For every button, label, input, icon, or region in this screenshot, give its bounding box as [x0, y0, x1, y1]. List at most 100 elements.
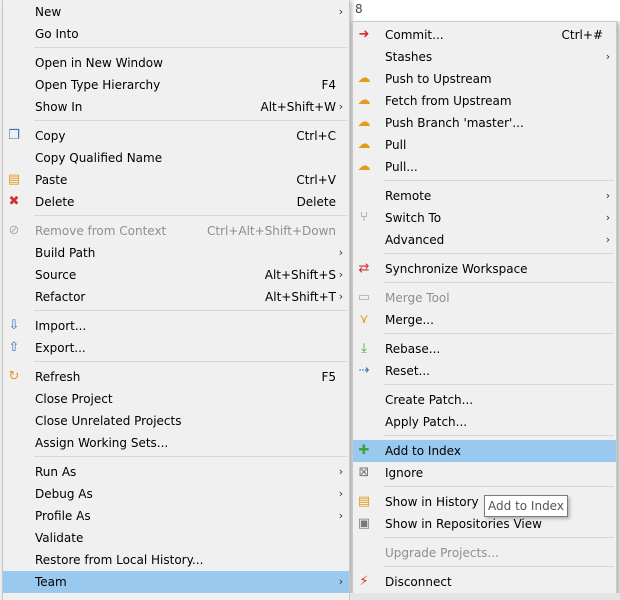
menu-item-label: Debug As — [35, 487, 93, 501]
menu-item-validate[interactable]: Validate — [3, 527, 349, 549]
menu-item-remote[interactable]: Remote › — [353, 185, 616, 207]
menu-item-new[interactable]: New › — [3, 1, 349, 23]
menu-item-upgrade-projects[interactable]: Upgrade Projects... — [353, 542, 616, 564]
context-menu: New › Go Into Open in New Window Open Ty… — [2, 0, 350, 600]
menu-item-copy-qualified-name[interactable]: Copy Qualified Name — [3, 147, 349, 169]
menu-item-label: Create Patch... — [385, 393, 474, 407]
reset-icon: ⇢ — [358, 363, 370, 378]
disconnect-icon: ⚡ — [359, 574, 369, 589]
menu-item-add-to-index[interactable]: ✚ Add to Index — [353, 440, 616, 462]
menu-item-label: Run As — [35, 465, 77, 479]
menu-separator — [384, 333, 614, 334]
menu-item-label: New — [35, 5, 62, 19]
menu-item-label: Copy Qualified Name — [35, 151, 163, 165]
menu-item-delete[interactable]: ✖ Delete Delete — [3, 191, 349, 213]
menu-item-restore-from-local-history[interactable]: Restore from Local History... — [3, 549, 349, 571]
menu-item-label: Copy — [35, 129, 66, 143]
merge-icon: ⋎ — [359, 312, 369, 327]
menu-item-disconnect[interactable]: ⚡ Disconnect — [353, 571, 616, 593]
menu-item-label: Pull... — [385, 160, 418, 174]
menu-item-apply-patch[interactable]: Apply Patch... — [353, 411, 616, 433]
menu-item-shortcut: F5 — [321, 370, 336, 384]
menu-item-assign-working-sets[interactable]: Assign Working Sets... — [3, 432, 349, 454]
menu-separator — [34, 120, 347, 121]
menu-item-paste[interactable]: ▤ Paste Ctrl+V — [3, 169, 349, 191]
submenu-arrow-icon: › — [338, 100, 344, 113]
menu-item-reset[interactable]: ⇢ Reset... — [353, 360, 616, 382]
menu-item-label: Rebase... — [385, 342, 441, 356]
menu-item-label: Reset... — [385, 364, 430, 378]
menu-item-push-to-upstream[interactable]: ☁ Push to Upstream — [353, 68, 616, 90]
menu-separator — [384, 282, 614, 283]
menu-item-label: Refactor — [35, 290, 86, 304]
menu-item-label: Pull — [385, 138, 407, 152]
menu-item-switch-to[interactable]: ⑂ Switch To › — [353, 207, 616, 229]
menu-item-fetch-from-upstream[interactable]: ☁ Fetch from Upstream — [353, 90, 616, 112]
menu-item-shortcut: Ctrl+C — [296, 129, 336, 143]
menu-item-synchronize-workspace[interactable]: ⇄ Synchronize Workspace — [353, 258, 616, 280]
menu-item-refresh[interactable]: ↻ Refresh F5 — [3, 366, 349, 388]
menu-item-open-in-new-window[interactable]: Open in New Window — [3, 52, 349, 74]
menu-item-export[interactable]: ⇧ Export... — [3, 337, 349, 359]
menu-item-pull-dialog[interactable]: ☁ Pull... — [353, 156, 616, 178]
menu-item-create-patch[interactable]: Create Patch... — [353, 389, 616, 411]
menu-item-shortcut: Ctrl+# — [561, 28, 603, 42]
menu-item-copy[interactable]: ❐ Copy Ctrl+C — [3, 125, 349, 147]
menu-item-close-unrelated-projects[interactable]: Close Unrelated Projects — [3, 410, 349, 432]
menu-item-advanced[interactable]: Advanced › — [353, 229, 616, 251]
refresh-icon: ↻ — [8, 369, 20, 384]
menu-separator — [384, 384, 614, 385]
menu-item-shortcut: Alt+Shift+T — [265, 290, 336, 304]
menu-item-label: Go Into — [35, 27, 79, 41]
menu-item-rebase[interactable]: ⤓ Rebase... — [353, 338, 616, 360]
menu-item-go-into[interactable]: Go Into — [3, 23, 349, 45]
menu-item-team[interactable]: Team › — [3, 571, 349, 593]
rebase-icon: ⤓ — [361, 341, 367, 356]
menu-separator — [384, 566, 614, 567]
menu-item-label: Push to Upstream — [385, 72, 492, 86]
menu-item-debug-as[interactable]: Debug As › — [3, 483, 349, 505]
menu-item-open-type-hierarchy[interactable]: Open Type Hierarchy F4 — [3, 74, 349, 96]
menu-item-build-path[interactable]: Build Path › — [3, 242, 349, 264]
menu-item-import[interactable]: ⇩ Import... — [3, 315, 349, 337]
menu-item-label: Import... — [35, 319, 87, 333]
menu-item-label: Push Branch 'master'... — [385, 116, 524, 130]
submenu-arrow-icon: › — [605, 211, 611, 224]
menu-item-remove-from-context[interactable]: ⊘ Remove from Context Ctrl+Alt+Shift+Dow… — [3, 220, 349, 242]
submenu-arrow-icon: › — [338, 290, 344, 303]
menu-item-source[interactable]: Source Alt+Shift+S › — [3, 264, 349, 286]
submenu-arrow-icon: › — [338, 575, 344, 588]
menu-item-label: Close Project — [35, 392, 113, 406]
menu-separator — [34, 456, 347, 457]
menu-item-profile-as[interactable]: Profile As › — [3, 505, 349, 527]
submenu-arrow-icon: › — [605, 233, 611, 246]
paste-icon: ▤ — [7, 172, 21, 187]
menu-item-label: Team — [35, 575, 67, 589]
menu-item-merge[interactable]: ⋎ Merge... — [353, 309, 616, 331]
menu-item-commit[interactable]: ➜ Commit... Ctrl+# — [353, 24, 616, 46]
menu-item-close-project[interactable]: Close Project — [3, 388, 349, 410]
menu-item-pull[interactable]: ☁ Pull — [353, 134, 616, 156]
submenu-arrow-icon: › — [338, 509, 344, 522]
menu-item-stashes[interactable]: Stashes › — [353, 46, 616, 68]
push-branch-icon: ☁ — [357, 115, 371, 130]
menu-separator — [34, 215, 347, 216]
menu-item-run-as[interactable]: Run As › — [3, 461, 349, 483]
menu-item-label: Show in History — [385, 495, 479, 509]
push-upstream-icon: ☁ — [357, 71, 371, 86]
menu-item-refactor[interactable]: Refactor Alt+Shift+T › — [3, 286, 349, 308]
menu-item-label: Switch To — [385, 211, 442, 225]
menu-separator — [384, 253, 614, 254]
menu-item-ignore[interactable]: ⊠ Ignore — [353, 462, 616, 484]
add-to-index-icon: ✚ — [358, 443, 370, 458]
menu-item-label: Refresh — [35, 370, 81, 384]
menu-item-label: Delete — [35, 195, 75, 209]
menu-separator — [384, 537, 614, 538]
menu-item-merge-tool[interactable]: ▭ Merge Tool — [353, 287, 616, 309]
menu-item-push-branch-master[interactable]: ☁ Push Branch 'master'... — [353, 112, 616, 134]
submenu-arrow-icon: › — [338, 5, 344, 18]
menu-item-show-in[interactable]: Show In Alt+Shift+W › — [3, 96, 349, 118]
menu-item-label: Show In — [35, 100, 83, 114]
menu-item-label: Assign Working Sets... — [35, 436, 169, 450]
menu-item-shortcut: Alt+Shift+W — [260, 100, 337, 114]
